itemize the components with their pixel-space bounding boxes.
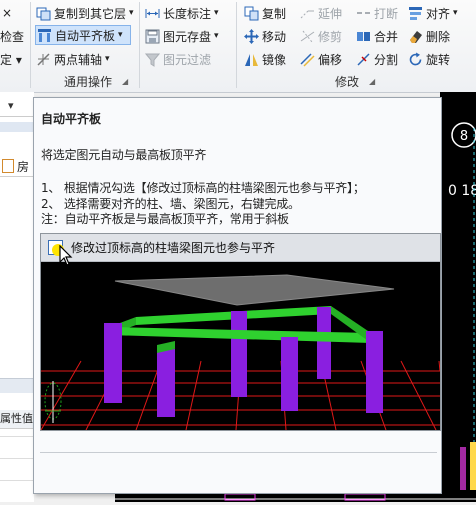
document-icon: [2, 159, 14, 173]
close-icon[interactable]: ×: [2, 3, 12, 23]
move-button[interactable]: 移动: [244, 26, 286, 46]
offset-icon: [300, 52, 315, 67]
copy-layer-icon: [36, 7, 51, 20]
dimension-icon: [145, 8, 160, 18]
ribbon-separator: [236, 2, 237, 88]
extend-icon: [300, 10, 314, 18]
mirror-button[interactable]: 镜像: [244, 49, 286, 69]
delete-button[interactable]: 删除: [408, 26, 450, 46]
axis-gizmo-icon: [44, 381, 62, 423]
length-dimension-button[interactable]: 长度标注 ▾: [145, 3, 219, 23]
ribbon-separator: [139, 2, 140, 88]
check-button[interactable]: 检查: [0, 26, 24, 46]
split-icon: [357, 52, 370, 66]
save-icon: [145, 29, 160, 43]
left-panel-header: ▾: [0, 98, 34, 117]
mouse-pointer-icon: [59, 245, 73, 266]
trim-button[interactable]: 修剪: [300, 26, 342, 46]
property-column-header: 属性值: [0, 410, 34, 429]
3d-preview-illustration: [41, 274, 440, 430]
ribbon-toolbar: × 检查 定 ▾ 复制到其它层 ▾ 自动平齐板 ▾ 两点辅轴 ▾ 长度标注 ▾ 图元存盘…: [0, 0, 476, 93]
break-icon: [357, 11, 370, 14]
svg-text:0 18: 0 18: [448, 183, 476, 199]
offset-button[interactable]: 偏移: [300, 49, 342, 69]
save-element-button[interactable]: 图元存盘 ▾: [145, 26, 219, 46]
left-panel-item[interactable]: 房: [0, 156, 34, 177]
axis-icon: [37, 52, 50, 66]
column: [104, 323, 122, 403]
rotate-icon: [409, 52, 422, 65]
two-point-axis-button[interactable]: 两点辅轴 ▾: [36, 49, 110, 69]
tooltip-preview-panel: 修改过顶标高的柱墙梁图元也参与平齐: [40, 233, 441, 431]
tooltip-divider: [40, 452, 437, 453]
eraser-icon: [410, 30, 422, 43]
column: [281, 337, 298, 411]
tooltip-description: 将选定图元自动与最高板顶平齐: [41, 148, 207, 162]
drawing-canvas[interactable]: 8 0 18: [440, 92, 476, 502]
group-expand-icon[interactable]: ◢: [369, 77, 375, 86]
break-button[interactable]: 打断: [356, 3, 398, 23]
tooltip-title: 自动平齐板: [41, 112, 102, 126]
split-button[interactable]: 分割: [356, 49, 398, 69]
column: [366, 331, 383, 413]
element-filter-button[interactable]: 图元过滤: [145, 49, 211, 69]
trim-icon: [300, 30, 315, 42]
auto-align-slab-button[interactable]: 自动平齐板 ▾: [35, 25, 131, 45]
align-button[interactable]: 对齐 ▾: [408, 3, 458, 23]
column: [157, 345, 175, 417]
mirror-icon: [245, 53, 258, 66]
copy-button[interactable]: 复制: [244, 3, 286, 23]
merge-icon: [357, 31, 370, 41]
define-button[interactable]: 定 ▾: [0, 49, 22, 69]
copy-to-layer-button[interactable]: 复制到其它层 ▾: [36, 3, 134, 23]
svg-text:8: 8: [460, 129, 468, 144]
merge-button[interactable]: 合并: [356, 26, 398, 46]
tooltip-step-1: 1、 根据情况勾选【修改过顶标高的柱墙梁图元也参与平齐】；: [41, 181, 365, 195]
floor-slab: [114, 274, 395, 306]
copy-icon: [244, 6, 259, 20]
filter-icon: [145, 53, 160, 67]
align-slab-icon: [38, 28, 51, 42]
group-label-general: 通用操作 ◢: [64, 74, 129, 89]
canvas-drawing: 8 0 18: [448, 122, 476, 502]
tooltip-note: 注：自动平齐板是与最高板顶平齐，常用于斜板: [41, 212, 289, 226]
extend-button[interactable]: 延伸: [300, 3, 342, 23]
group-label-modify: 修改 ◢: [335, 74, 376, 89]
move-icon: [244, 28, 259, 44]
ribbon-separator: [30, 2, 31, 88]
left-properties-panel: ▾ 房 属性值: [0, 92, 34, 502]
align-modified-elements-checkbox-row[interactable]: 修改过顶标高的柱墙梁图元也参与平齐: [41, 234, 440, 262]
group-expand-icon[interactable]: ◢: [122, 77, 128, 86]
tooltip-popup: 自动平齐板 将选定图元自动与最高板顶平齐 1、 根据情况勾选【修改过顶标高的柱墙…: [33, 97, 442, 494]
column: [317, 307, 331, 379]
column: [231, 311, 247, 397]
rotate-button[interactable]: 旋转: [408, 49, 450, 69]
align-icon: [409, 6, 422, 20]
